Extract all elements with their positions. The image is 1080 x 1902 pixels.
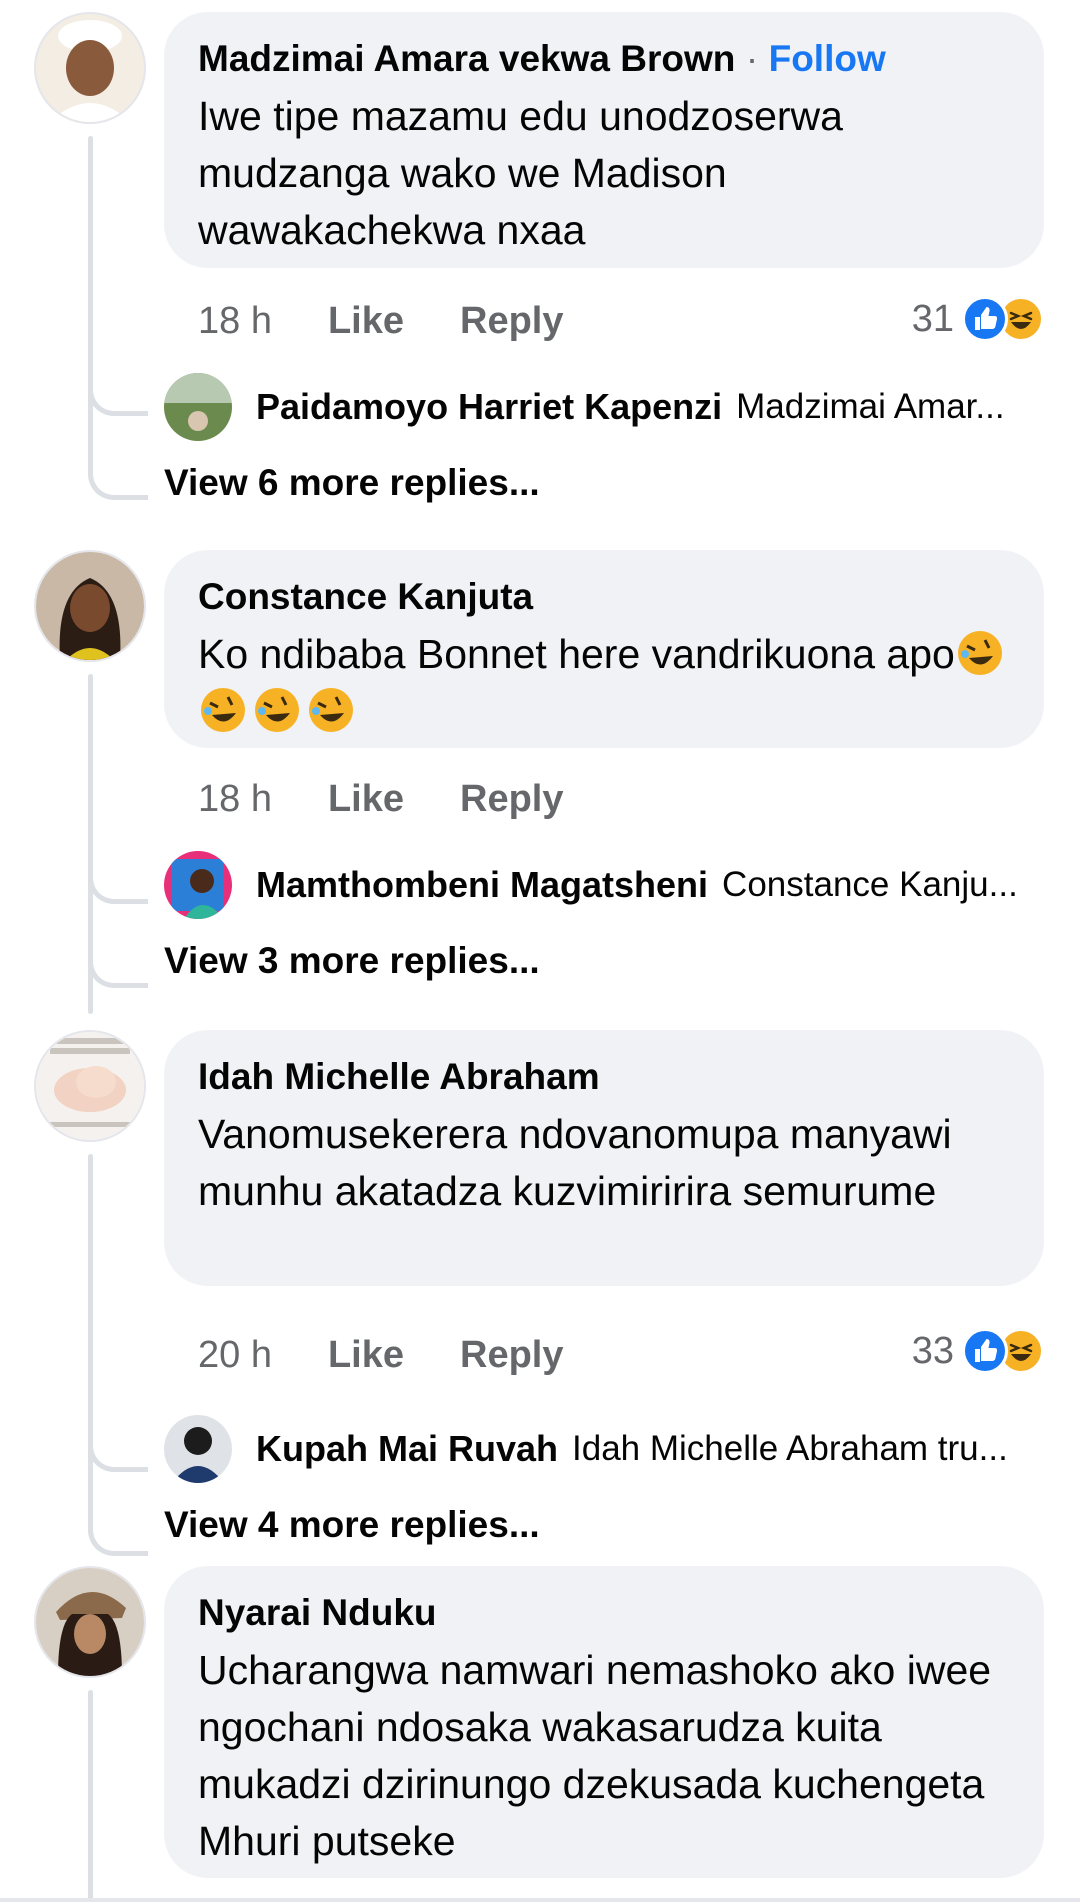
comment-actions: 20 h Like Reply bbox=[198, 1330, 564, 1380]
comment-bubble[interactable]: Nyarai Nduku Ucharangwa namwari nemashok… bbox=[164, 1566, 1044, 1878]
comment-bubble[interactable]: Idah Michelle Abraham Vanomusekerera ndo… bbox=[164, 1030, 1044, 1286]
comment-author[interactable]: Idah Michelle Abraham bbox=[198, 1054, 1010, 1100]
reaction-count: 31 bbox=[911, 297, 954, 340]
rolling-laughing-emoji bbox=[306, 688, 360, 734]
like-button[interactable]: Like bbox=[328, 300, 404, 343]
comment-actions: 18 h Like Reply bbox=[198, 774, 564, 824]
reply-avatar[interactable] bbox=[164, 1415, 232, 1483]
reply-snippet: Madzimai Amar... bbox=[736, 387, 1005, 426]
reply-snippet: Constance Kanju... bbox=[722, 865, 1018, 904]
comment-text-body: Ko ndibaba Bonnet here vandrikuona apo bbox=[198, 631, 955, 677]
reply-author[interactable]: Kupah Mai Ruvah bbox=[256, 1428, 558, 1470]
reply-button[interactable]: Reply bbox=[460, 778, 563, 821]
reaction-count: 33 bbox=[911, 1329, 954, 1372]
reply-preview[interactable]: Paidamoyo Harriet Kapenzi Madzimai Amar.… bbox=[164, 372, 1005, 442]
like-button[interactable]: Like bbox=[328, 1334, 404, 1377]
reply-avatar[interactable] bbox=[164, 373, 232, 441]
reply-button[interactable]: Reply bbox=[460, 300, 563, 343]
reply-preview[interactable]: Mamthombeni Magatsheni Constance Kanju..… bbox=[164, 850, 1018, 920]
comment-bubble[interactable]: Constance Kanjuta Ko ndibaba Bonnet here… bbox=[164, 550, 1044, 748]
separator-dot: · bbox=[745, 38, 759, 79]
comment-author[interactable]: Nyarai Nduku bbox=[198, 1590, 1010, 1636]
comment-author[interactable]: Constance Kanjuta bbox=[198, 574, 1010, 620]
comment-text: Ucharangwa namwari nemashoko ako iwee ng… bbox=[198, 1647, 992, 1864]
follow-button[interactable]: Follow bbox=[769, 38, 886, 79]
reply-author[interactable]: Paidamoyo Harriet Kapenzi bbox=[256, 386, 722, 428]
comment-time[interactable]: 20 h bbox=[198, 1334, 272, 1377]
reply-preview[interactable]: Kupah Mai Ruvah Idah Michelle Abraham tr… bbox=[164, 1414, 1008, 1484]
comment-time[interactable]: 18 h bbox=[198, 778, 272, 821]
avatar[interactable] bbox=[34, 1566, 146, 1678]
like-icon bbox=[962, 296, 1008, 342]
reply-author[interactable]: Mamthombeni Magatsheni bbox=[256, 864, 708, 906]
reply-snippet: Idah Michelle Abraham tru... bbox=[572, 1429, 1008, 1468]
comment-actions: 18 h Like Reply bbox=[198, 296, 564, 346]
avatar[interactable] bbox=[34, 550, 146, 662]
comment-text: Vanomusekerera ndovanomupa manyawi munhu… bbox=[198, 1111, 952, 1214]
like-icon bbox=[962, 1328, 1008, 1374]
view-more-replies[interactable]: View 6 more replies... bbox=[164, 462, 540, 504]
view-more-replies[interactable]: View 3 more replies... bbox=[164, 940, 540, 982]
comment-author[interactable]: Madzimai Amara vekwa Brown bbox=[198, 38, 735, 79]
comment-text: Ko ndibaba Bonnet here vandrikuona apo bbox=[198, 626, 1010, 740]
reaction-summary[interactable]: 33 bbox=[912, 1326, 1044, 1376]
like-button[interactable]: Like bbox=[328, 778, 404, 821]
reply-button[interactable]: Reply bbox=[460, 1334, 563, 1377]
rolling-laughing-emoji bbox=[955, 631, 1009, 677]
divider bbox=[0, 1898, 1080, 1902]
rolling-laughing-emoji bbox=[198, 688, 252, 734]
reply-avatar[interactable] bbox=[164, 851, 232, 919]
avatar[interactable] bbox=[34, 12, 146, 124]
rolling-laughing-emoji bbox=[252, 688, 306, 734]
comment-text: Iwe tipe mazamu edu unodzoserwa mudzanga… bbox=[198, 93, 843, 253]
reaction-summary[interactable]: 31 bbox=[912, 294, 1044, 344]
comment-bubble[interactable]: Madzimai Amara vekwa Brown · Follow Iwe … bbox=[164, 12, 1044, 268]
view-more-replies[interactable]: View 4 more replies... bbox=[164, 1504, 540, 1546]
comment-time[interactable]: 18 h bbox=[198, 300, 272, 343]
avatar[interactable] bbox=[34, 1030, 146, 1142]
